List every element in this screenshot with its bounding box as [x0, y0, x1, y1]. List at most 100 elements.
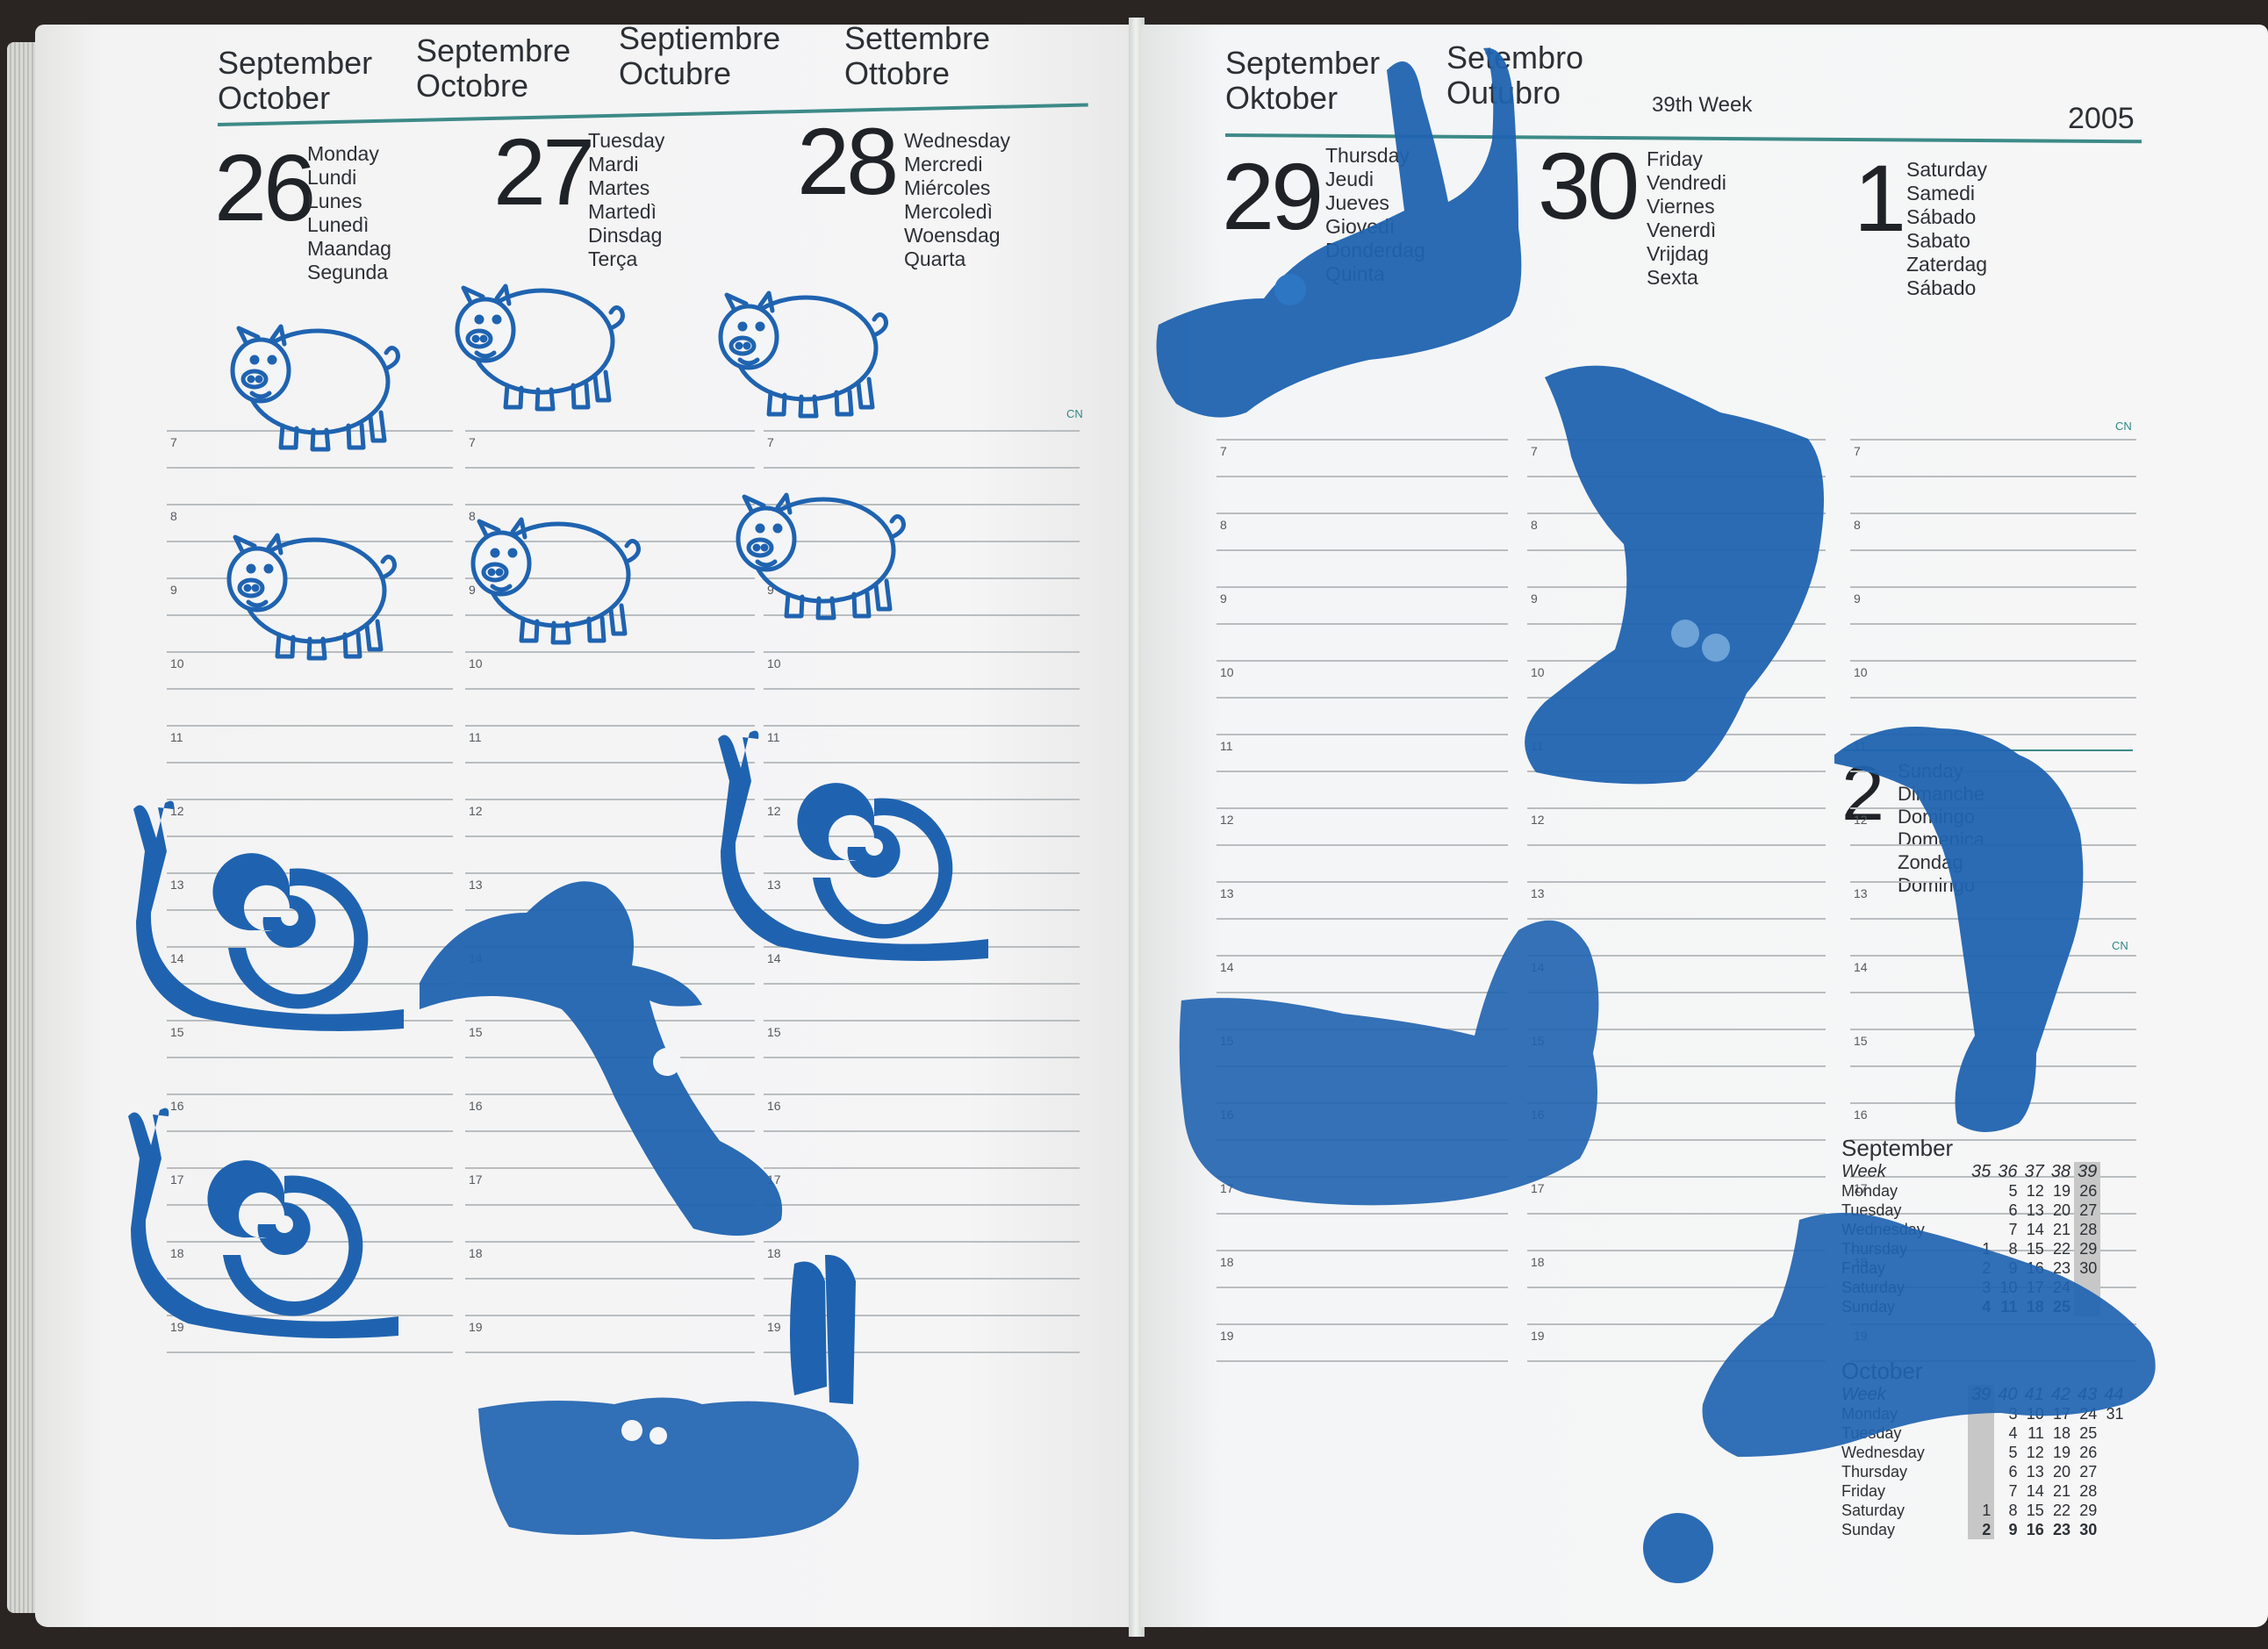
hour-line — [1217, 1102, 1508, 1104]
hour-label: 18 — [469, 1246, 483, 1260]
hour-line — [465, 577, 755, 579]
mini-calendar-date: 23 — [2052, 1259, 2071, 1277]
mini-calendar-date: 11 — [2028, 1424, 2044, 1442]
hour-line — [1850, 807, 2136, 809]
hour-line — [1527, 623, 1826, 625]
hour-label: 19 — [1220, 1329, 1234, 1343]
mini-calendar-date: 9 — [2008, 1521, 2018, 1538]
sunday-names: Sunday Dimanche Domingo Domenica Zondag Domi… — [1898, 760, 1985, 896]
mini-calendar-month: September — [1841, 1135, 1954, 1161]
hour-label: 18 — [170, 1246, 184, 1260]
hour-line — [465, 651, 755, 653]
hour-line — [465, 872, 755, 874]
hour-line — [167, 1204, 453, 1206]
hour-line — [1850, 1102, 2136, 1104]
hour-line — [764, 1093, 1080, 1095]
hour-label: 14 — [1854, 960, 1868, 974]
mini-calendar-date: 28 — [2074, 1220, 2101, 1239]
hour-line — [1217, 476, 1508, 477]
mini-calendar-date: 19 — [2052, 1444, 2071, 1461]
mini-calendar-date: 27 — [2079, 1463, 2098, 1481]
mini-calendar-date: 4 — [2008, 1424, 2018, 1442]
month-header-fr: Septembre Octobre — [416, 32, 571, 104]
mini-calendar-date: 5 — [2008, 1444, 2018, 1461]
hour-line — [1217, 1250, 1508, 1251]
hour-label: 13 — [1854, 886, 1868, 900]
hour-line — [167, 1278, 453, 1280]
hour-line — [764, 577, 1080, 579]
hour-line — [465, 467, 755, 469]
mini-calendar-date — [1968, 1462, 1995, 1481]
hour-line — [167, 909, 453, 911]
day-names: Friday Vendredi Viernes Venerdì Vrijdag Sext… — [1647, 147, 1726, 289]
hour-line — [1850, 1065, 2136, 1067]
mini-calendar-date: 21 — [2052, 1221, 2071, 1238]
hour-line — [1527, 439, 1826, 441]
hour-line — [764, 467, 1080, 469]
mini-calendar-date: 31 — [2106, 1405, 2124, 1423]
hour-line — [1850, 918, 2136, 920]
day-names: Thursday Jeudi Jueves Giovedì Donderdag Quin… — [1325, 144, 1425, 285]
hour-label: 18 — [1220, 1255, 1234, 1269]
hour-label: 7 — [469, 435, 476, 449]
hour-line — [1527, 1250, 1826, 1251]
hour-label: 15 — [1854, 1034, 1868, 1048]
hour-label: 10 — [1854, 665, 1868, 679]
mini-calendar-date: 28 — [2079, 1482, 2098, 1500]
hour-label: 17 — [767, 1172, 781, 1187]
hour-line — [167, 1167, 453, 1169]
mini-calendar-date: 16 — [2026, 1259, 2044, 1277]
hour-label: 17 — [1531, 1181, 1545, 1195]
hour-label: 16 — [1220, 1108, 1234, 1122]
hour-label: 11 — [767, 730, 780, 744]
hour-line — [764, 1167, 1080, 1169]
year-label: 2005 — [2068, 102, 2135, 135]
mini-calendar-weekday: Tuesday — [1841, 1424, 1902, 1442]
hour-line — [465, 835, 755, 837]
hour-line — [764, 1020, 1080, 1022]
hour-line — [1217, 549, 1508, 551]
hour-line — [465, 1093, 755, 1095]
mini-calendar-date: 17 — [2052, 1405, 2071, 1423]
mini-calendar-date — [1968, 1181, 1994, 1201]
hour-line — [1850, 697, 2136, 699]
hour-line — [465, 983, 755, 985]
hour-line — [1527, 1102, 1826, 1104]
hour-line — [1850, 1029, 2136, 1030]
mini-calendar-date: 1 — [1982, 1240, 1992, 1258]
hour-label: 12 — [1220, 813, 1234, 827]
hour-line — [465, 1241, 755, 1243]
day-names: Wednesday Mercredi Miércoles Mercoledì Woen… — [904, 129, 1011, 270]
hour-line — [764, 651, 1080, 653]
hour-line — [167, 762, 453, 764]
mini-calendar-date: 12 — [2026, 1444, 2044, 1461]
hour-label: 14 — [1220, 960, 1234, 974]
hour-line — [167, 1351, 453, 1353]
hour-line — [1217, 918, 1508, 920]
hour-line — [1527, 1176, 1826, 1178]
hour-line — [764, 983, 1080, 985]
hour-line — [764, 725, 1080, 727]
mini-calendar-weekday: Monday — [1841, 1405, 1898, 1423]
hour-label: 19 — [767, 1320, 781, 1334]
hour-label: 14 — [170, 951, 184, 965]
mini-calendar-date: 29 — [2074, 1239, 2101, 1258]
hour-line — [1527, 1323, 1826, 1325]
hour-label: 17 — [469, 1172, 483, 1187]
hour-label: 13 — [170, 878, 184, 892]
mini-calendar-date: 7 — [2008, 1221, 2018, 1238]
hour-line — [1527, 697, 1826, 699]
day-number: 29 — [1222, 143, 1324, 249]
hour-label: 15 — [170, 1025, 184, 1039]
mini-calendar-date: 21 — [2052, 1482, 2071, 1500]
mini-calendar-date: 26 — [2079, 1444, 2098, 1461]
hour-label: 12 — [767, 804, 781, 818]
hour-label: 8 — [1220, 518, 1227, 532]
hour-label: 15 — [1531, 1034, 1545, 1048]
hour-label: 13 — [469, 878, 483, 892]
hour-line — [1217, 660, 1508, 662]
cn-marker: CN — [2112, 939, 2128, 952]
mini-calendar-date — [2100, 1481, 2127, 1501]
mini-calendar-date: 27 — [2074, 1201, 2101, 1220]
hour-line — [1217, 955, 1508, 957]
